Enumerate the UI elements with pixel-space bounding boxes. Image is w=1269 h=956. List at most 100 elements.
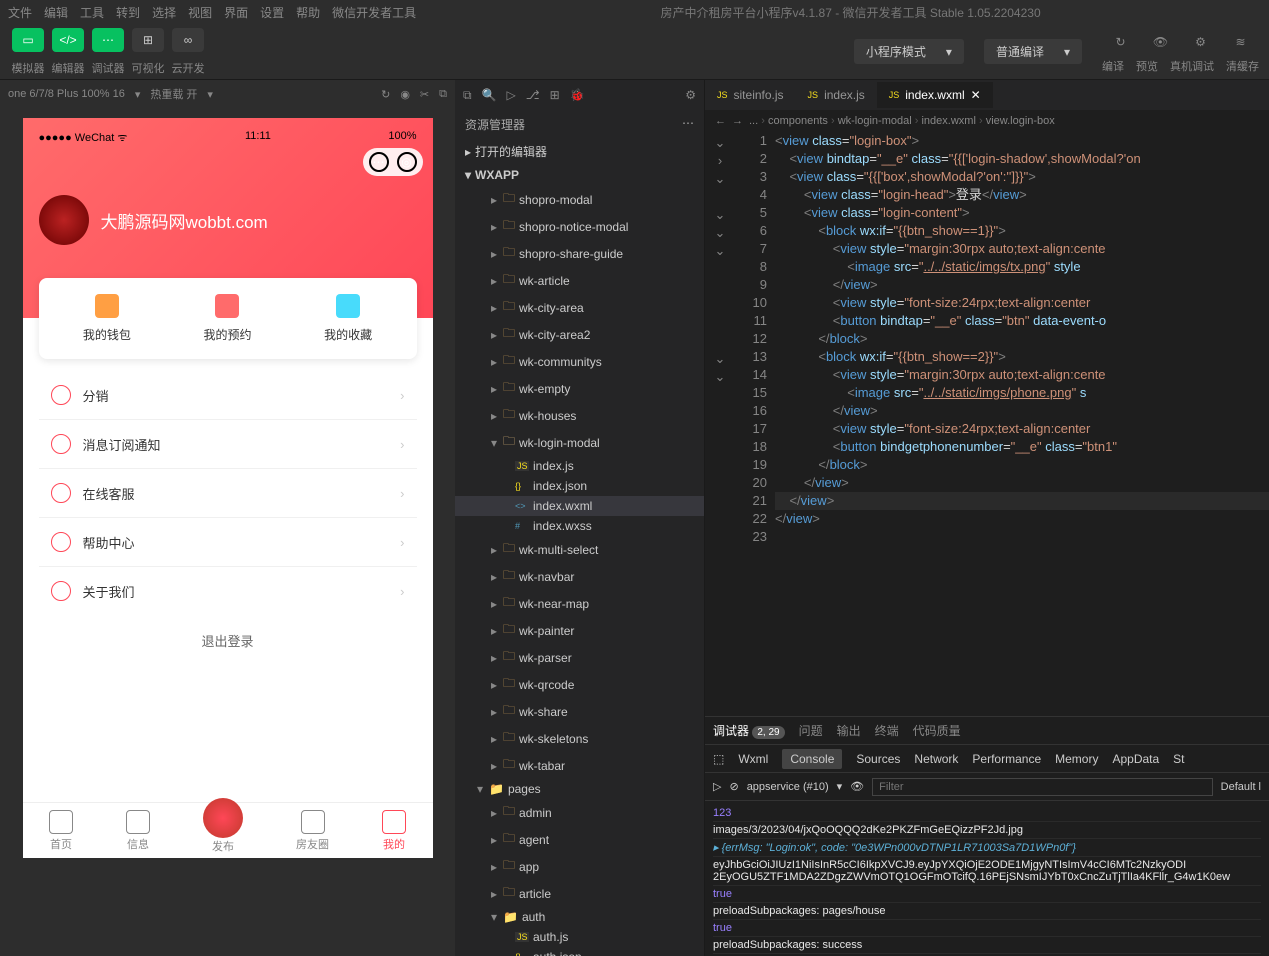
file-auth.json[interactable]: {}auth.json <box>455 947 704 956</box>
folder-article[interactable]: ▸🗀article <box>455 880 704 907</box>
folder-wk-share[interactable]: ▸🗀wk-share <box>455 698 704 725</box>
refresh-icon[interactable]: ↻ <box>381 88 390 101</box>
subtab-Network[interactable]: Network <box>914 752 958 766</box>
menu-编辑[interactable]: 编辑 <box>44 6 68 20</box>
tab-index.wxml[interactable]: JSindex.wxml ✕ <box>877 82 993 108</box>
list-item-4[interactable]: 关于我们› <box>39 567 417 615</box>
menu-视图[interactable]: 视图 <box>188 6 212 20</box>
subtab-AppData[interactable]: AppData <box>1112 752 1159 766</box>
folder-agent[interactable]: ▸🗀agent <box>455 826 704 853</box>
subtab-Wxml[interactable]: Wxml <box>738 752 768 766</box>
menu-微信开发者工具[interactable]: 微信开发者工具 <box>332 6 416 20</box>
close-tab-icon[interactable]: ✕ <box>971 88 981 102</box>
visual-toggle[interactable]: ⊞ <box>132 28 164 52</box>
folder-shopro-notice-modal[interactable]: ▸🗀shopro-notice-modal <box>455 213 704 240</box>
folder-app[interactable]: ▸🗀app <box>455 853 704 880</box>
folder-wk-login-modal[interactable]: ▾🗀wk-login-modal <box>455 429 704 456</box>
tab-1[interactable]: 信息 <box>126 810 150 852</box>
debugger-toggle[interactable]: ⋯ <box>92 28 124 52</box>
forward-icon[interactable]: → <box>732 115 743 127</box>
record-icon[interactable]: ◉ <box>400 88 410 101</box>
bug-icon[interactable]: 🐞 <box>570 88 585 102</box>
menu-界面[interactable]: 界面 <box>224 6 248 20</box>
list-item-0[interactable]: 分销› <box>39 371 417 420</box>
tab-siteinfo.js[interactable]: JSsiteinfo.js <box>705 82 796 108</box>
menu-帮助[interactable]: 帮助 <box>296 6 320 20</box>
list-item-3[interactable]: 帮助中心› <box>39 518 417 567</box>
extensions-icon[interactable]: ⊞ <box>550 88 560 102</box>
folder-wk-qrcode[interactable]: ▸🗀wk-qrcode <box>455 671 704 698</box>
popout-icon[interactable]: ⧉ <box>439 88 447 101</box>
clear-cache-button[interactable]: ≋ <box>1225 30 1257 54</box>
console-clear-icon[interactable]: ⊘ <box>729 780 738 793</box>
context-select[interactable]: appservice (#10) <box>747 781 829 793</box>
inspect-icon[interactable]: ⬚ <box>713 752 724 766</box>
cut-icon[interactable]: ✂ <box>420 88 429 101</box>
folder-shopro-modal[interactable]: ▸🗀shopro-modal <box>455 186 704 213</box>
subtab-St[interactable]: St <box>1173 752 1184 766</box>
console-play-icon[interactable]: ▷ <box>713 780 721 793</box>
debug-run-icon[interactable]: ▷ <box>507 88 516 102</box>
tab-3[interactable]: 房友圈 <box>296 810 329 852</box>
menu-文件[interactable]: 文件 <box>8 6 32 20</box>
card-0[interactable]: 我的钱包 <box>83 294 131 343</box>
file-index.wxml[interactable]: <>index.wxml <box>455 496 704 516</box>
folder-wk-houses[interactable]: ▸🗀wk-houses <box>455 402 704 429</box>
compile-select[interactable]: 普通编译▾ <box>984 39 1082 64</box>
settings-icon[interactable]: ⚙ <box>685 88 696 102</box>
compile-button[interactable]: ↻ <box>1105 30 1137 54</box>
folder-admin[interactable]: ▸🗀admin <box>455 799 704 826</box>
subtab-Memory[interactable]: Memory <box>1055 752 1098 766</box>
tab-4[interactable]: 我的 <box>382 810 406 852</box>
debug-tab-问题[interactable]: 问题 <box>799 722 823 739</box>
hot-reload-toggle[interactable]: 热重载 开 <box>150 86 197 102</box>
folder-shopro-share-guide[interactable]: ▸🗀shopro-share-guide <box>455 240 704 267</box>
open-editors-section[interactable]: ▸打开的编辑器 <box>455 139 704 164</box>
folder-wk-city-area2[interactable]: ▸🗀wk-city-area2 <box>455 321 704 348</box>
folder-wk-empty[interactable]: ▸🗀wk-empty <box>455 375 704 402</box>
menu-选择[interactable]: 选择 <box>152 6 176 20</box>
remote-debug-button[interactable]: ⚙ <box>1185 30 1217 54</box>
folder-wk-communitys[interactable]: ▸🗀wk-communitys <box>455 348 704 375</box>
folder-wk-city-area[interactable]: ▸🗀wk-city-area <box>455 294 704 321</box>
project-root[interactable]: ▾WXAPP <box>455 164 704 186</box>
tab-publish[interactable]: 发布 <box>203 808 243 854</box>
device-select[interactable]: one 6/7/8 Plus 100% 16 <box>8 88 125 100</box>
card-1[interactable]: 我的预约 <box>203 294 251 343</box>
search-icon[interactable]: 🔍 <box>482 88 497 102</box>
menu-设置[interactable]: 设置 <box>260 6 284 20</box>
branch-icon[interactable]: ⎇ <box>526 88 540 102</box>
mode-select[interactable]: 小程序模式▾ <box>854 39 964 64</box>
logout-button[interactable]: 退出登录 <box>23 615 433 666</box>
filter-input[interactable] <box>872 778 1213 796</box>
folder-wk-skeletons[interactable]: ▸🗀wk-skeletons <box>455 725 704 752</box>
simulator-toggle[interactable]: ▭ <box>12 28 44 52</box>
folder-wk-tabar[interactable]: ▸🗀wk-tabar <box>455 752 704 779</box>
folder-wk-article[interactable]: ▸🗀wk-article <box>455 267 704 294</box>
folder-wk-multi-select[interactable]: ▸🗀wk-multi-select <box>455 536 704 563</box>
close-circle-icon[interactable]: ◎ <box>397 152 417 172</box>
editor-toggle[interactable]: </> <box>52 28 84 52</box>
file-index.wxss[interactable]: #index.wxss <box>455 516 704 536</box>
file-auth.js[interactable]: JSauth.js <box>455 927 704 947</box>
menu-工具[interactable]: 工具 <box>80 6 104 20</box>
debug-tab-终端[interactable]: 终端 <box>875 722 899 739</box>
subtab-Performance[interactable]: Performance <box>972 752 1041 766</box>
folder-wk-navbar[interactable]: ▸🗀wk-navbar <box>455 563 704 590</box>
capsule-button[interactable]: ⋯ ◎ <box>363 148 423 176</box>
subtab-Sources[interactable]: Sources <box>856 752 900 766</box>
tab-0[interactable]: 首页 <box>49 810 73 852</box>
tab-index.js[interactable]: JSindex.js <box>796 82 877 108</box>
menu-转到[interactable]: 转到 <box>116 6 140 20</box>
list-item-2[interactable]: 在线客服› <box>39 469 417 518</box>
folder-wk-parser[interactable]: ▸🗀wk-parser <box>455 644 704 671</box>
card-2[interactable]: 我的收藏 <box>324 294 372 343</box>
folder-wk-painter[interactable]: ▸🗀wk-painter <box>455 617 704 644</box>
file-index.js[interactable]: JSindex.js <box>455 456 704 476</box>
eye-icon[interactable]: 👁 <box>850 780 864 793</box>
debug-tab-代码质量[interactable]: 代码质量 <box>913 722 961 739</box>
level-select[interactable]: Default l <box>1221 781 1261 793</box>
code-editor[interactable]: <view class="login-box"> <view bindtap="… <box>775 132 1269 716</box>
menu-dots-icon[interactable]: ⋯ <box>369 152 389 172</box>
list-item-1[interactable]: 消息订阅通知› <box>39 420 417 469</box>
